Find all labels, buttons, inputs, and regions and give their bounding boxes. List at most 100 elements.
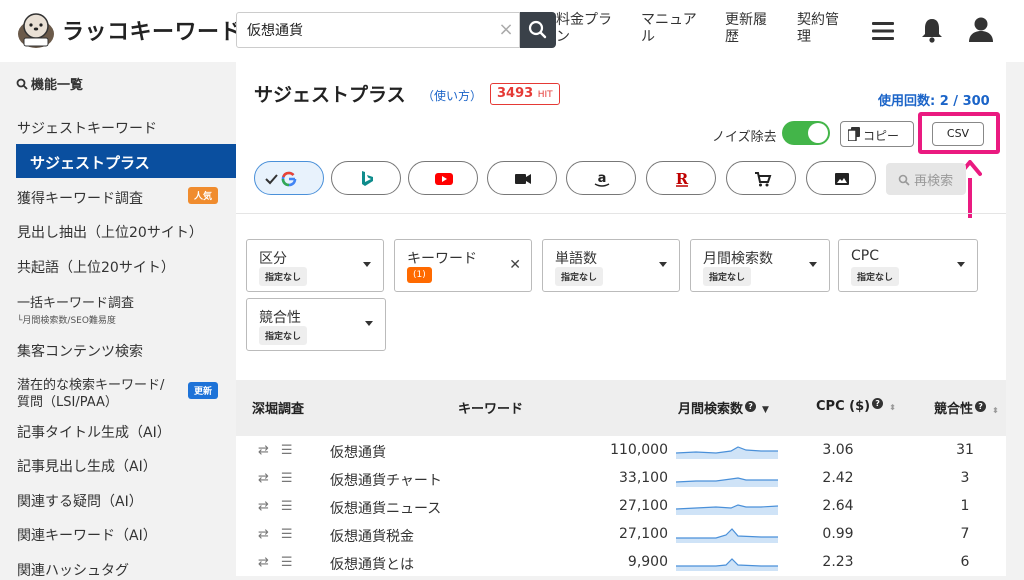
menu-lines-icon[interactable]: ☰ — [281, 471, 293, 486]
retweet-dig-icon[interactable]: ⇄ — [258, 527, 269, 542]
col-deep-research: 深堀調査 — [252, 402, 305, 417]
filter-monthly-volume[interactable]: 月間検索数 指定なし — [690, 239, 830, 292]
sort-desc-icon[interactable]: ▼ — [762, 405, 769, 415]
engine-tab-shopping[interactable] — [726, 161, 796, 195]
engine-tab-youtube[interactable] — [408, 161, 478, 195]
row-competition: 31 — [956, 442, 974, 458]
engine-tab-video[interactable] — [487, 161, 557, 195]
filter-category[interactable]: 区分 指定なし — [246, 239, 384, 292]
filter-value: 指定なし — [259, 267, 308, 286]
sidebar-item-related-keywords[interactable]: 関連キーワード（AI） — [17, 525, 157, 545]
row-keyword[interactable]: 仮想通貨とは — [330, 554, 414, 574]
filter-cpc[interactable]: CPC 指定なし — [838, 239, 978, 292]
nav-contract[interactable]: 契約管理 — [797, 12, 845, 46]
sidebar-item-title-gen[interactable]: 記事タイトル生成（AI） — [17, 422, 171, 442]
col-competition[interactable]: 競合性? ⬍ — [934, 398, 999, 417]
sidebar-item-suggest-keyword[interactable]: サジェストキーワード — [17, 118, 157, 138]
sidebar-item-latent-keywords-line2[interactable]: 質問（LSI/PAA） — [17, 391, 118, 410]
sidebar-item-related-questions[interactable]: 関連する疑問（AI） — [17, 491, 143, 511]
svg-text:a: a — [598, 171, 607, 186]
caret-down-icon — [957, 262, 965, 267]
col-monthly-volume[interactable]: 月間検索数? ▼ — [678, 398, 769, 417]
research-button[interactable]: 再検索 — [886, 163, 966, 195]
row-keyword[interactable]: 仮想通貨 — [330, 442, 386, 462]
filter-value: 指定なし — [851, 267, 900, 286]
row-keyword[interactable]: 仮想通貨チャート — [330, 470, 442, 490]
nav-pricing[interactable]: 料金プラン — [556, 12, 618, 46]
filter-keyword[interactable]: キーワード (1) ✕ — [394, 239, 532, 292]
col-competition-label: 競合性 — [934, 402, 974, 417]
filter-competition[interactable]: 競合性 指定なし — [246, 298, 386, 351]
row-competition: 6 — [960, 554, 970, 570]
bing-icon — [362, 171, 373, 186]
menu-lines-icon[interactable]: ☰ — [281, 527, 293, 542]
row-cpc: 2.23 — [822, 554, 854, 570]
clear-search-icon[interactable]: × — [496, 16, 516, 44]
engine-tab-bing[interactable] — [331, 161, 401, 195]
engine-tab-image[interactable] — [806, 161, 876, 195]
sidebar-item-acquired-keywords[interactable]: 獲得キーワード調査 — [17, 188, 143, 208]
user-account-icon[interactable] — [966, 14, 996, 44]
retweet-dig-icon[interactable]: ⇄ — [258, 499, 269, 514]
popular-badge: 人気 — [188, 187, 219, 204]
filter-word-count[interactable]: 単語数 指定なし — [542, 239, 680, 292]
retweet-dig-icon[interactable]: ⇄ — [258, 443, 269, 458]
filter-label: キーワード — [407, 251, 477, 267]
hit-count-badge: 3493 HIT — [490, 83, 560, 105]
filter-value: 指定なし — [703, 267, 752, 286]
help-icon[interactable]: ? — [872, 398, 884, 409]
help-icon[interactable]: ? — [975, 401, 987, 412]
retweet-dig-icon[interactable]: ⇄ — [258, 471, 269, 486]
sidebar-item-bulk-keyword[interactable]: 一括キーワード調査 — [17, 292, 134, 311]
filter-label: 単語数 — [555, 251, 597, 267]
notification-bell-icon[interactable] — [917, 15, 947, 45]
sidebar-item-content-search[interactable]: 集客コンテンツ検索 — [17, 341, 143, 361]
logo-text[interactable]: ラッコキーワード — [62, 14, 242, 46]
row-volume: 27,100 — [619, 526, 668, 542]
row-keyword[interactable]: 仮想通貨ニュース — [330, 498, 441, 518]
sea-otter-logo-icon[interactable] — [14, 10, 58, 50]
col-cpc[interactable]: CPC ($)? ⬍ — [816, 398, 896, 414]
col-keyword[interactable]: キーワード — [458, 398, 523, 417]
row-cpc: 0.99 — [822, 526, 854, 542]
filter-value: (1) — [407, 267, 432, 283]
row-cpc: 3.06 — [822, 442, 854, 458]
nav-manual[interactable]: マニュアル — [641, 12, 703, 46]
search-button[interactable] — [520, 12, 556, 48]
google-icon — [265, 171, 297, 187]
menu-lines-icon[interactable]: ☰ — [281, 499, 293, 514]
filter-value: 指定なし — [555, 267, 604, 286]
row-keyword[interactable]: 仮想通貨税金 — [330, 526, 414, 546]
trend-sparkline — [676, 504, 778, 515]
sort-icon[interactable]: ⬍ — [992, 406, 999, 415]
sidebar-item-heading-gen[interactable]: 記事見出し生成（AI） — [17, 456, 157, 476]
sidebar-item-hashtags[interactable]: 関連ハッシュタグ — [17, 560, 129, 580]
row-competition: 1 — [960, 498, 970, 514]
menu-lines-icon[interactable]: ☰ — [281, 443, 293, 458]
copy-button[interactable]: コピー — [840, 121, 914, 147]
nav-changelog[interactable]: 更新履歴 — [725, 12, 773, 46]
hamburger-menu-icon[interactable] — [868, 16, 898, 46]
row-actions: ⇄ ☰ — [258, 471, 293, 486]
sidebar-item-cooccurrence[interactable]: 共起語（上位20サイト） — [17, 257, 175, 277]
row-volume: 27,100 — [619, 498, 668, 514]
clear-filter-icon[interactable]: ✕ — [509, 257, 521, 273]
row-actions: ⇄ ☰ — [258, 555, 293, 570]
row-competition: 7 — [960, 526, 970, 542]
research-label: 再検索 — [914, 174, 954, 189]
retweet-dig-icon[interactable]: ⇄ — [258, 555, 269, 570]
amazon-icon: a — [594, 171, 610, 187]
csv-download-button[interactable]: CSV — [932, 122, 984, 146]
engine-tab-google[interactable] — [254, 161, 324, 195]
search-icon — [528, 20, 547, 39]
howto-link[interactable]: （使い方） — [422, 87, 482, 104]
engine-tab-rakuten[interactable]: R — [646, 161, 716, 195]
engine-tab-amazon[interactable]: a — [566, 161, 636, 195]
sidebar-item-suggest-plus[interactable]: サジェストプラス — [16, 144, 236, 178]
noise-filter-toggle[interactable] — [782, 121, 830, 145]
sort-icon[interactable]: ⬍ — [889, 403, 896, 412]
menu-lines-icon[interactable]: ☰ — [281, 555, 293, 570]
search-input[interactable] — [236, 12, 520, 48]
help-icon[interactable]: ? — [745, 401, 757, 412]
sidebar-item-heading-extract[interactable]: 見出し抽出（上位20サイト） — [17, 222, 203, 242]
